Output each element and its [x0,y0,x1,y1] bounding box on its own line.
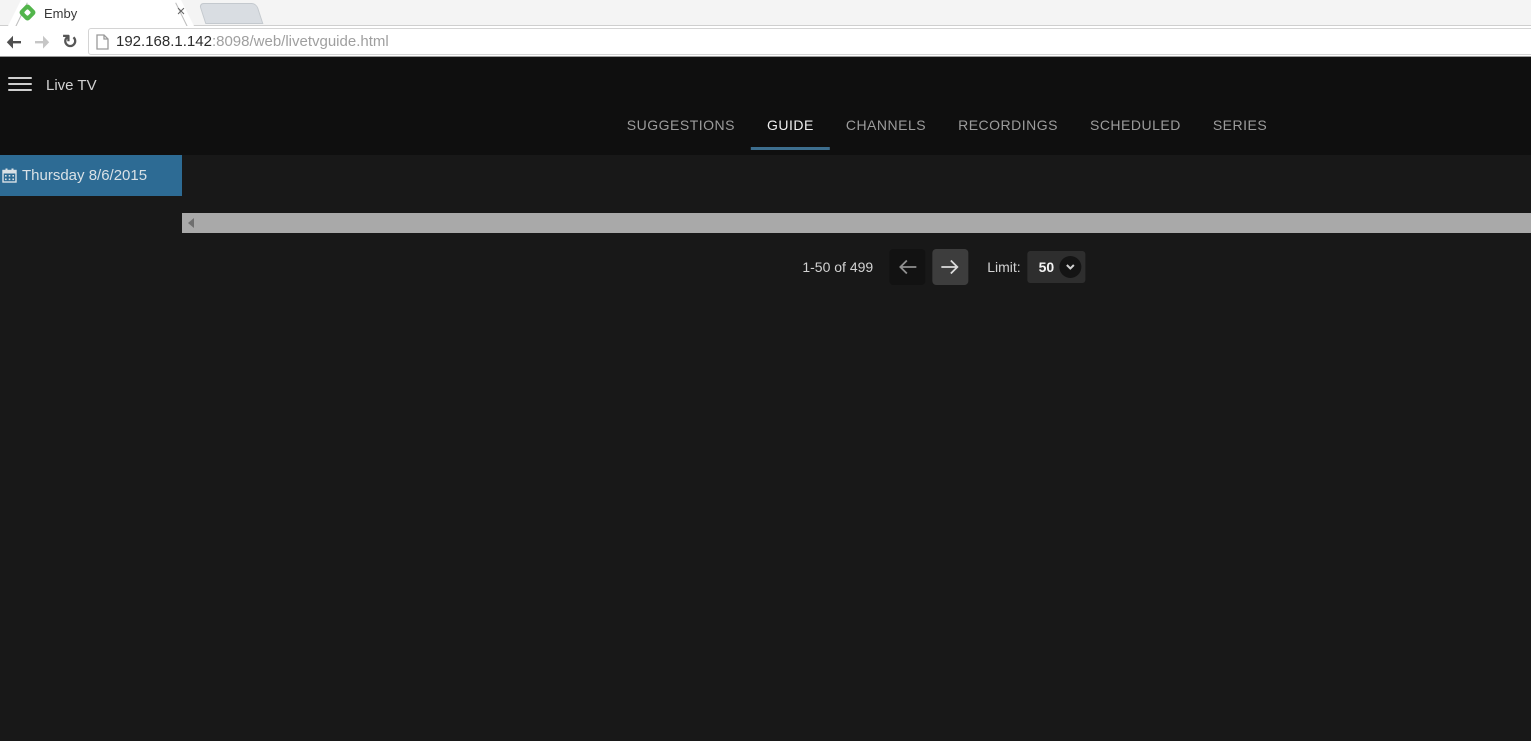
date-picker-button[interactable]: Thursday 8/6/2015 [0,155,182,196]
limit-label: Limit: [987,259,1021,275]
back-button[interactable] [2,30,26,54]
browser-tab-strip: Emby × [0,0,1531,28]
horizontal-scrollbar[interactable] [182,213,1531,233]
tab-recordings[interactable]: RECORDINGS [942,117,1074,150]
next-page-button[interactable] [932,249,969,285]
new-tab-button[interactable] [198,3,264,24]
chevron-down-icon [1059,256,1082,278]
reload-button[interactable]: ↻ [58,30,82,54]
page-title: Live TV [46,77,97,94]
arrow-right-icon [941,259,959,275]
screen: Emby × ↻ 192.168.1.142:8098/web/livetvgu… [0,0,1531,741]
forward-icon [35,35,50,49]
menu-button[interactable] [8,74,32,94]
tab-scheduled[interactable]: SCHEDULED [1074,117,1197,150]
tab-suggestions[interactable]: SUGGESTIONS [611,117,751,150]
address-bar[interactable]: 192.168.1.142:8098/web/livetvguide.html [88,28,1531,55]
scroll-left-icon[interactable] [188,218,194,228]
tab-guide[interactable]: GUIDE [750,117,830,150]
url-path: :8098/web/livetvguide.html [211,33,389,50]
hamburger-icon [8,77,32,79]
limit-select[interactable]: 50 [1027,251,1086,283]
url-text: 192.168.1.142:8098/web/livetvguide.html [116,33,389,50]
forward-button[interactable] [30,30,54,54]
tab-bar: SUGGESTIONS GUIDE CHANNELS RECORDINGS SC… [611,117,1283,150]
browser-tab-title: Emby [44,6,78,21]
app-header: Live TV SUGGESTIONS GUIDE CHANNELS RECOR… [0,57,1531,155]
calendar-icon [2,168,17,183]
page-icon [96,33,109,50]
back-icon [6,35,21,49]
browser-tab[interactable] [8,0,194,26]
pagination-bar: 1-50 of 499 Limit: 50 [802,249,1086,285]
emby-app: Live TV SUGGESTIONS GUIDE CHANNELS RECOR… [0,57,1531,741]
limit-value: 50 [1038,259,1055,275]
date-label: Thursday 8/6/2015 [22,167,148,184]
browser-toolbar: ↻ 192.168.1.142:8098/web/livetvguide.htm… [0,26,1531,57]
arrow-left-icon [898,259,917,275]
page-range-text: 1-50 of 499 [802,259,874,275]
previous-page-button[interactable] [889,249,926,285]
tab-close-button[interactable]: × [172,3,190,21]
url-host: 192.168.1.142 [116,33,212,50]
tab-channels[interactable]: CHANNELS [830,117,942,150]
tab-series[interactable]: SERIES [1197,117,1283,150]
